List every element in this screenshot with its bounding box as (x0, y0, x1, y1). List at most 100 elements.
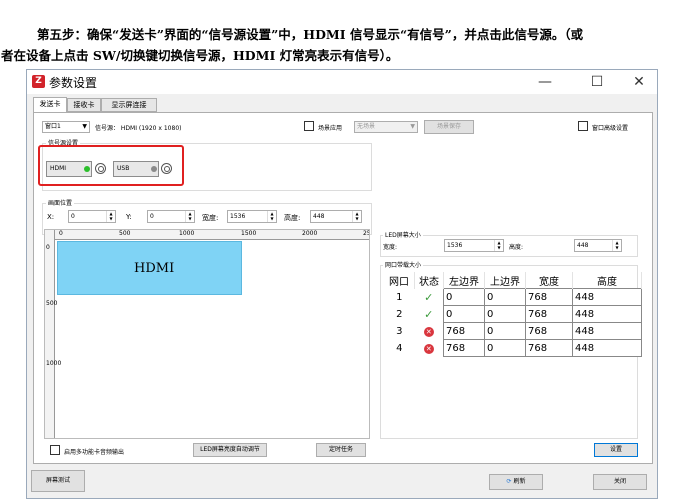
signal-source-text: 信号源： HDMI (1920 x 1080) (95, 125, 182, 132)
ruler-top-label: 25 (363, 230, 370, 237)
led-width-value: 1536 (447, 242, 463, 249)
top-cell[interactable]: 0 (484, 305, 526, 323)
y-input[interactable]: 0 ▲ ▼ (147, 210, 195, 223)
chevron-down-icon: ▼ (410, 123, 415, 130)
timer-task-button[interactable]: 定时任务 (316, 443, 366, 457)
settings-button[interactable]: 设置 (594, 443, 638, 457)
scene-save-button[interactable]: 场景保存 (424, 120, 474, 134)
left-cell[interactable]: 768 (443, 322, 485, 340)
port-cell: 2 (396, 308, 403, 320)
hdmi-window-block[interactable]: HDMI (57, 241, 242, 295)
width-cell[interactable]: 768 (525, 322, 573, 340)
layout-canvas[interactable]: 0 500 1000 1500 2000 25 0 500 1000 HDMI (44, 229, 370, 439)
ruler-top-label: 1000 (179, 230, 195, 237)
left-cell[interactable]: 0 (443, 305, 485, 323)
width-cell[interactable]: 768 (525, 288, 573, 306)
col-header: 上边界 (484, 272, 526, 289)
ruler-top-label: 0 (59, 230, 63, 237)
close-button[interactable]: ✕ (617, 70, 661, 94)
highlight-box (38, 145, 184, 186)
tab-screen-connection[interactable]: 显示屏连接 (101, 98, 157, 112)
multi-audio-label: 启用多功能卡音频输出 (64, 449, 125, 456)
x-value: 0 (71, 213, 75, 220)
led-height-value: 448 (577, 242, 589, 249)
table-row[interactable]: 1 ✓ 0 0 768 448 (384, 288, 642, 306)
x-input[interactable]: 0 ▲ ▼ (68, 210, 116, 223)
port-cell: 4 (396, 342, 403, 354)
ruler-left-label: 500 (46, 300, 58, 307)
table-row[interactable]: 4 ✕ 768 0 768 448 (384, 339, 642, 357)
spin-arrows-icon[interactable]: ▲ ▼ (185, 211, 194, 222)
ruler-top (45, 230, 369, 240)
height-label: 高度: (284, 214, 301, 222)
height-cell[interactable]: 448 (572, 305, 642, 323)
picture-position-title: 画面位置 (46, 198, 75, 207)
led-width-label: 宽度: (383, 244, 398, 251)
ruler-left-label: 0 (46, 244, 50, 251)
spin-arrows-icon[interactable]: ▲ ▼ (267, 211, 276, 222)
window-title: 参数设置 (49, 76, 98, 90)
spin-arrows-icon[interactable]: ▲ ▼ (494, 240, 503, 251)
params-window: Z 参数设置 — ☐ ✕ 发送卡 接收卡 显示屏连接 窗口1 ▼ 信号源： HDM… (26, 69, 658, 499)
table-row[interactable]: 3 ✕ 768 0 768 448 (384, 322, 642, 340)
height-input[interactable]: 448 ▲ ▼ (310, 210, 362, 223)
ruler-left-label: 1000 (46, 360, 62, 367)
led-height-input[interactable]: 448 ▲ ▼ (574, 239, 622, 252)
left-cell[interactable]: 768 (443, 339, 485, 357)
table-header-row: 网口 状态 左边界 上边界 宽度 高度 (384, 272, 642, 289)
close-dialog-button[interactable]: 关闭 (593, 474, 647, 490)
width-input[interactable]: 1536 ▲ ▼ (227, 210, 277, 223)
network-title: 网口带载大小 (383, 260, 424, 269)
ruler-left (45, 230, 55, 438)
height-cell[interactable]: 448 (572, 339, 642, 357)
tab-send-card[interactable]: 发送卡 (33, 97, 67, 113)
spin-arrows-icon[interactable]: ▲ ▼ (352, 211, 361, 222)
ruler-top-label: 500 (119, 230, 131, 237)
port-cell: 1 (396, 291, 403, 303)
app-logo-icon: Z (32, 75, 45, 88)
width-cell[interactable]: 768 (525, 305, 573, 323)
status-error-icon: ✕ (415, 323, 444, 340)
col-header: 状态 (414, 272, 444, 289)
hdmi-window-label: HDMI (134, 261, 175, 276)
window-select[interactable]: 窗口1 ▼ (42, 121, 90, 133)
status-error-icon: ✕ (415, 340, 444, 357)
top-cell[interactable]: 0 (484, 322, 526, 340)
width-value: 1536 (230, 213, 246, 220)
y-label: Y: (126, 213, 132, 221)
ruler-top-label: 2000 (302, 230, 318, 237)
maximize-button[interactable]: ☐ (575, 70, 619, 94)
col-header: 宽度 (525, 272, 573, 289)
title-bar: Z 参数设置 — ☐ ✕ (27, 70, 657, 94)
height-cell[interactable]: 448 (572, 322, 642, 340)
minimize-button[interactable]: — (523, 70, 567, 94)
tab-receive-card[interactable]: 接收卡 (67, 98, 101, 112)
height-cell[interactable]: 448 (572, 288, 642, 306)
multi-audio-checkbox[interactable] (50, 445, 60, 455)
top-cell[interactable]: 0 (484, 339, 526, 357)
window-advanced-checkbox[interactable] (578, 121, 588, 131)
scene-select[interactable]: 无场景 ▼ (354, 121, 418, 133)
col-header: 高度 (572, 272, 642, 289)
led-size-title: LED屏幕大小 (383, 230, 423, 239)
y-value: 0 (150, 213, 154, 220)
left-cell[interactable]: 0 (443, 288, 485, 306)
scene-apply-checkbox[interactable] (304, 121, 314, 131)
led-brightness-button[interactable]: LED屏幕亮度自动调节 (193, 443, 267, 457)
refresh-icon: ⟳ (506, 478, 512, 485)
status-ok-icon: ✓ (424, 290, 434, 304)
network-table: 网口 状态 左边界 上边界 宽度 高度 1 ✓ 0 0 768 448 2 ✓ … (384, 272, 642, 357)
width-cell[interactable]: 768 (525, 339, 573, 357)
screen-test-button[interactable]: 屏幕测试 (31, 470, 85, 492)
table-row[interactable]: 2 ✓ 0 0 768 448 (384, 305, 642, 323)
col-header: 网口 (384, 272, 415, 289)
refresh-button[interactable]: ⟳ 刷新 (489, 474, 543, 490)
window-advanced-label: 窗口高级设置 (592, 125, 629, 132)
spin-arrows-icon[interactable]: ▲ ▼ (106, 211, 115, 222)
caption-line-2: 者在设备上点击 SW/切换键切换信号源，HDMI 灯常亮表示有信号）。 (1, 48, 399, 63)
top-cell[interactable]: 0 (484, 288, 526, 306)
height-value: 448 (313, 213, 325, 220)
chevron-down-icon: ▼ (82, 123, 87, 130)
led-width-input[interactable]: 1536 ▲ ▼ (444, 239, 504, 252)
spin-arrows-icon[interactable]: ▲ ▼ (612, 240, 621, 251)
